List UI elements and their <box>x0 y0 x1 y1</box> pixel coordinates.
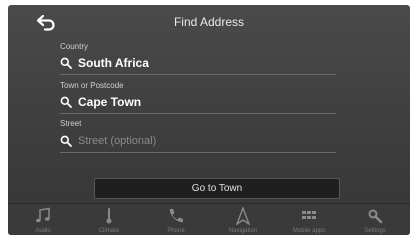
infotainment-screen: Find Address Country South Africa Town o… <box>8 5 410 235</box>
go-to-town-button[interactable]: Go to Town <box>94 178 340 199</box>
country-field[interactable]: South Africa <box>60 52 336 75</box>
header-bar: Find Address <box>8 5 410 39</box>
nav-label: Climate <box>98 228 120 234</box>
nav-audio[interactable]: Audio <box>14 204 72 235</box>
nav-phone[interactable]: Phone <box>147 204 205 235</box>
music-note-icon <box>36 207 50 223</box>
nav-navigation[interactable]: Navigation <box>214 204 272 235</box>
navigation-icon <box>235 207 251 225</box>
nav-mobile-apps[interactable]: Mobile apps <box>280 204 338 235</box>
street-placeholder: Street (optional) <box>78 135 157 147</box>
climate-icon <box>106 208 112 224</box>
town-value: Cape Town <box>78 95 142 109</box>
town-label: Town or Postcode <box>60 81 124 90</box>
nav-label: Settings <box>364 228 386 234</box>
apps-grid-icon <box>302 211 316 219</box>
bottom-nav: Audio Climate Phone Navigation Mobile ap… <box>8 203 410 235</box>
nav-settings[interactable]: Settings <box>346 204 404 235</box>
page-title: Find Address <box>173 15 245 29</box>
nav-label: Audio <box>35 228 51 234</box>
search-icon <box>60 135 72 147</box>
country-label: Country <box>60 42 89 51</box>
town-field[interactable]: Cape Town <box>60 91 336 114</box>
nav-label: Phone <box>167 228 185 234</box>
street-label: Street <box>60 119 82 128</box>
nav-label: Navigation <box>228 228 258 234</box>
street-field[interactable]: Street (optional) <box>60 130 336 153</box>
search-icon <box>60 57 72 69</box>
nav-climate[interactable]: Climate <box>80 204 138 235</box>
search-icon <box>60 96 72 108</box>
country-value: South Africa <box>78 56 149 70</box>
settings-icon <box>368 209 383 224</box>
nav-label: Mobile apps <box>292 228 326 234</box>
phone-icon <box>169 209 183 223</box>
